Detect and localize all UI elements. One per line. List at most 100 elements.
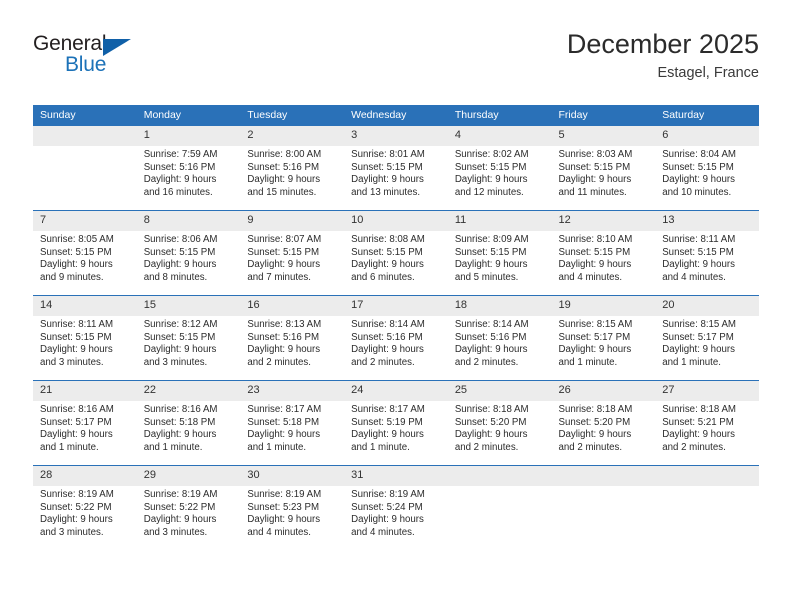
day-details: Sunrise: 8:19 AM Sunset: 5:24 PM Daylight:… — [344, 486, 448, 539]
calendar-day-cell[interactable]: 4 Sunrise: 8:02 AM Sunset: 5:15 PM Daylight… — [447, 125, 552, 211]
sunrise-text: Sunrise: 8:18 AM — [454, 404, 529, 415]
day-details: Sunrise: 8:16 AM Sunset: 5:17 PM Daylight:… — [33, 401, 137, 454]
day-number: 20 — [655, 296, 759, 316]
calendar-day-cell[interactable]: 10 Sunrise: 8:08 AM Sunset: 5:15 PM Dayligh… — [344, 210, 448, 296]
day-number — [655, 466, 759, 486]
sunset-text: Sunset: 5:16 PM — [143, 161, 216, 173]
weekday-header-monday: Monday — [136, 105, 241, 126]
sunset-text: Sunset: 5:15 PM — [351, 246, 423, 258]
day-number: 27 — [655, 381, 759, 401]
calendar-day-cell[interactable]: 1 Sunrise: 7:59 AM Sunset: 5:16 PM Daylight… — [136, 125, 241, 211]
calendar-day-cell[interactable]: 26 Sunrise: 8:18 AM Sunset: 5:20 PM Dayligh… — [551, 380, 656, 466]
day-number: 21 — [33, 381, 137, 401]
calendar-day-cell[interactable]: 24 Sunrise: 8:17 AM Sunset: 5:19 PM Dayligh… — [344, 380, 448, 466]
calendar-day-cell[interactable]: 20 Sunrise: 8:15 AM Sunset: 5:17 PM Dayligh… — [655, 295, 759, 381]
daylight-text: Daylight: 9 hours and 2 minutes. — [351, 344, 424, 368]
day-details: Sunrise: 8:06 AM Sunset: 5:15 PM Daylight:… — [137, 231, 241, 284]
calendar-day-cell[interactable]: 12 Sunrise: 8:10 AM Sunset: 5:15 PM Dayligh… — [551, 210, 656, 296]
calendar-day-cell-empty — [447, 465, 552, 550]
sunrise-text: Sunrise: 8:16 AM — [143, 404, 218, 415]
sunset-text: Sunset: 5:15 PM — [558, 161, 631, 173]
calendar-day-cell[interactable]: 6 Sunrise: 8:04 AM Sunset: 5:15 PM Daylight… — [655, 125, 759, 211]
day-details: Sunrise: 8:18 AM Sunset: 5:20 PM Daylight:… — [448, 401, 552, 454]
sunrise-text: Sunrise: 8:15 AM — [558, 319, 633, 330]
daylight-text: Daylight: 9 hours and 11 minutes. — [558, 174, 632, 198]
general-blue-logo: General Blue — [33, 32, 173, 88]
day-number: 6 — [655, 126, 759, 146]
calendar-day-cell[interactable]: 5 Sunrise: 8:03 AM Sunset: 5:15 PM Daylight… — [551, 125, 656, 211]
day-details: Sunrise: 8:08 AM Sunset: 5:15 PM Daylight:… — [344, 231, 448, 284]
calendar-week-row: 7 Sunrise: 8:05 AM Sunset: 5:15 PM Daylight… — [33, 210, 759, 296]
daylight-text: Daylight: 9 hours and 13 minutes. — [351, 174, 424, 198]
calendar-day-cell[interactable]: 7 Sunrise: 8:05 AM Sunset: 5:15 PM Daylight… — [33, 210, 137, 296]
sunset-text: Sunset: 5:19 PM — [351, 416, 423, 428]
day-details: Sunrise: 8:18 AM Sunset: 5:20 PM Daylight:… — [552, 401, 656, 454]
sunrise-text: Sunrise: 8:14 AM — [351, 319, 425, 330]
calendar-day-cell[interactable]: 21 Sunrise: 8:16 AM Sunset: 5:17 PM Dayligh… — [33, 380, 137, 466]
day-number: 5 — [551, 126, 656, 146]
calendar-day-cell[interactable]: 22 Sunrise: 8:16 AM Sunset: 5:18 PM Dayligh… — [136, 380, 241, 466]
calendar-day-cell[interactable]: 15 Sunrise: 8:12 AM Sunset: 5:15 PM Dayligh… — [136, 295, 241, 381]
calendar-day-cell[interactable]: 27 Sunrise: 8:18 AM Sunset: 5:21 PM Dayligh… — [655, 380, 759, 466]
sunrise-text: Sunrise: 8:01 AM — [351, 149, 425, 160]
calendar-week-row: 1 Sunrise: 7:59 AM Sunset: 5:16 PM Daylight… — [33, 125, 759, 211]
calendar-day-cell[interactable]: 17 Sunrise: 8:14 AM Sunset: 5:16 PM Dayligh… — [344, 295, 448, 381]
weekday-header-friday: Friday — [551, 105, 656, 126]
day-details: Sunrise: 8:13 AM Sunset: 5:16 PM Daylight:… — [240, 316, 344, 369]
calendar-day-cell[interactable]: 2 Sunrise: 8:00 AM Sunset: 5:16 PM Daylight… — [240, 125, 345, 211]
daylight-text: Daylight: 9 hours and 2 minutes. — [247, 344, 321, 368]
sunset-text: Sunset: 5:16 PM — [247, 331, 320, 343]
day-details: Sunrise: 8:17 AM Sunset: 5:19 PM Daylight:… — [344, 401, 448, 454]
day-number: 24 — [344, 381, 448, 401]
calendar-day-cell[interactable]: 3 Sunrise: 8:01 AM Sunset: 5:15 PM Daylight… — [344, 125, 448, 211]
calendar-day-cell[interactable]: 18 Sunrise: 8:14 AM Sunset: 5:16 PM Dayligh… — [447, 295, 552, 381]
calendar-day-cell[interactable]: 29 Sunrise: 8:19 AM Sunset: 5:22 PM Dayligh… — [136, 465, 241, 550]
sunset-text: Sunset: 5:20 PM — [454, 416, 527, 428]
calendar-day-cell[interactable]: 13 Sunrise: 8:11 AM Sunset: 5:15 PM Dayligh… — [655, 210, 759, 296]
sunset-text: Sunset: 5:24 PM — [351, 501, 423, 513]
sunrise-text: Sunrise: 8:15 AM — [662, 319, 736, 330]
sunrise-text: Sunrise: 8:19 AM — [351, 489, 425, 500]
daylight-text: Daylight: 9 hours and 1 minute. — [143, 429, 217, 453]
calendar-day-cell[interactable]: 8 Sunrise: 8:06 AM Sunset: 5:15 PM Daylight… — [136, 210, 241, 296]
weekday-header-thursday: Thursday — [447, 105, 552, 126]
calendar-week-row: 28 Sunrise: 8:19 AM Sunset: 5:22 PM Dayligh… — [33, 465, 759, 550]
calendar-day-cell[interactable]: 19 Sunrise: 8:15 AM Sunset: 5:17 PM Dayligh… — [551, 295, 656, 381]
day-number: 25 — [447, 381, 552, 401]
day-number: 14 — [33, 296, 137, 316]
calendar-day-cell[interactable]: 25 Sunrise: 8:18 AM Sunset: 5:20 PM Dayligh… — [447, 380, 552, 466]
calendar-day-cell[interactable]: 9 Sunrise: 8:07 AM Sunset: 5:15 PM Daylight… — [240, 210, 345, 296]
day-number: 19 — [551, 296, 656, 316]
day-number — [33, 126, 137, 146]
calendar-day-cell[interactable]: 31 Sunrise: 8:19 AM Sunset: 5:24 PM Dayligh… — [344, 465, 448, 550]
calendar-day-cell[interactable]: 11 Sunrise: 8:09 AM Sunset: 5:15 PM Dayligh… — [447, 210, 552, 296]
calendar-week-row: 21 Sunrise: 8:16 AM Sunset: 5:17 PM Dayligh… — [33, 380, 759, 466]
calendar-day-cell[interactable]: 23 Sunrise: 8:17 AM Sunset: 5:18 PM Dayligh… — [240, 380, 345, 466]
calendar-day-cell[interactable]: 28 Sunrise: 8:19 AM Sunset: 5:22 PM Dayligh… — [33, 465, 137, 550]
daylight-text: Daylight: 9 hours and 2 minutes. — [454, 429, 528, 453]
sunset-text: Sunset: 5:15 PM — [40, 246, 112, 258]
daylight-text: Daylight: 9 hours and 3 minutes. — [40, 344, 113, 368]
sunrise-text: Sunrise: 8:19 AM — [40, 489, 114, 500]
daylight-text: Daylight: 9 hours and 1 minute. — [662, 344, 735, 368]
calendar-day-cell[interactable]: 30 Sunrise: 8:19 AM Sunset: 5:23 PM Dayligh… — [240, 465, 345, 550]
sunset-text: Sunset: 5:20 PM — [558, 416, 631, 428]
sunrise-text: Sunrise: 7:59 AM — [143, 149, 218, 160]
day-details: Sunrise: 8:17 AM Sunset: 5:18 PM Daylight:… — [240, 401, 344, 454]
day-details: Sunrise: 8:09 AM Sunset: 5:15 PM Daylight:… — [448, 231, 552, 284]
sunrise-text: Sunrise: 8:14 AM — [454, 319, 529, 330]
calendar-week-row: 14 Sunrise: 8:11 AM Sunset: 5:15 PM Dayligh… — [33, 295, 759, 381]
day-number: 15 — [136, 296, 241, 316]
sunset-text: Sunset: 5:18 PM — [143, 416, 216, 428]
day-details: Sunrise: 8:04 AM Sunset: 5:15 PM Daylight:… — [655, 146, 759, 199]
day-details: Sunrise: 8:12 AM Sunset: 5:15 PM Daylight:… — [137, 316, 241, 369]
sunrise-text: Sunrise: 8:17 AM — [247, 404, 322, 415]
day-details: Sunrise: 8:02 AM Sunset: 5:15 PM Daylight:… — [448, 146, 552, 199]
calendar-page: General Blue December 2025 Estagel, Fran… — [0, 0, 792, 612]
daylight-text: Daylight: 9 hours and 9 minutes. — [40, 259, 113, 283]
weekday-header-row: Sunday Monday Tuesday Wednesday Thursday… — [33, 105, 759, 126]
day-details: Sunrise: 8:14 AM Sunset: 5:16 PM Daylight:… — [344, 316, 448, 369]
calendar-day-cell[interactable]: 16 Sunrise: 8:13 AM Sunset: 5:16 PM Dayligh… — [240, 295, 345, 381]
sunset-text: Sunset: 5:17 PM — [558, 331, 631, 343]
calendar-day-cell[interactable]: 14 Sunrise: 8:11 AM Sunset: 5:15 PM Dayligh… — [33, 295, 137, 381]
